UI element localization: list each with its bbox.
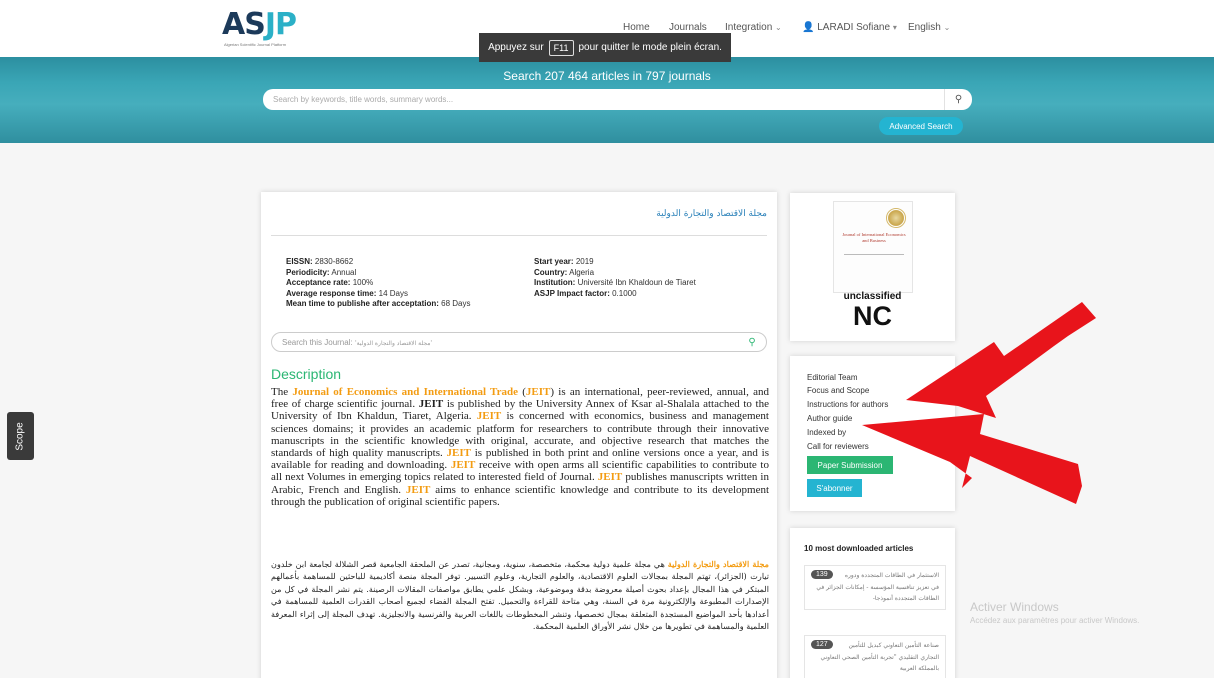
cover-title: Journal of International Economics and B… <box>842 232 906 243</box>
search-icon[interactable]: ⚲ <box>738 337 766 348</box>
meta-institution: Institution: Université Ibn Khaldoun de … <box>534 278 696 287</box>
nav-integration[interactable]: Integration ⌄ <box>725 22 782 33</box>
nav-user-menu[interactable]: 👤 LARADI Sofiane ▾ <box>802 22 897 33</box>
journal-search-bar: Search this Journal: 'مجلة الاقتصاد والت… <box>271 332 767 352</box>
journal-meta-left: EISSN: 2830-8662 Periodicity: Annual Acc… <box>286 257 471 310</box>
hero-title: Search 207 464 articles in 797 journals <box>503 69 711 83</box>
journal-panel: مجلة الاقتصاد والتجارة الدولية EISSN: 28… <box>261 192 777 678</box>
journal-title[interactable]: مجلة الاقتصاد والتجارة الدولية <box>271 209 767 219</box>
f11-key: F11 <box>548 39 574 56</box>
advanced-search-button[interactable]: Advanced Search <box>879 117 963 135</box>
journal-cover-card: Journal of International Economics and B… <box>790 193 955 341</box>
scope-side-tab[interactable]: Scope <box>7 412 34 460</box>
meta-acceptance-rate: Acceptance rate: 100% <box>286 278 374 287</box>
download-count-badge: 127 <box>811 640 833 649</box>
meta-country: Country: Algeria <box>534 267 595 277</box>
search-icon[interactable]: ⚲ <box>944 89 972 110</box>
global-search-bar: Search by keywords, title words, summary… <box>263 89 972 110</box>
fullscreen-prefix: Appuyez sur <box>488 42 544 53</box>
fullscreen-exit-banner: Appuyez sur F11 pour quitter le mode ple… <box>479 33 731 62</box>
top-downloaded-card: 10 most downloaded articles 139 الاستثما… <box>790 528 955 678</box>
meta-periodicity: Periodicity: Annual <box>286 267 357 277</box>
meta-response-time: Average response time: 14 Days <box>286 288 408 298</box>
paper-submission-button[interactable]: Paper Submission <box>807 456 893 474</box>
hero-search-band: Search 207 464 articles in 797 journals … <box>0 57 1214 143</box>
download-count-badge: 139 <box>811 570 833 579</box>
chevron-down-icon: ⌄ <box>775 23 782 32</box>
link-focus-scope[interactable]: Focus and Scope <box>807 386 869 395</box>
meta-eissn: EISSN: 2830-8662 <box>286 257 354 266</box>
top-downloaded-title: 10 most downloaded articles <box>804 544 914 553</box>
classification-code: NC <box>853 301 892 331</box>
chevron-down-icon: ⌄ <box>943 23 951 32</box>
link-author-guide[interactable]: Author guide <box>807 414 852 423</box>
user-icon: 👤 <box>802 22 815 33</box>
fullscreen-suffix: pour quitter le mode plein écran. <box>578 42 722 53</box>
windows-watermark-subtitle: Accédez aux paramètres pour activer Wind… <box>970 616 1140 625</box>
logo-tagline: Algerian Scientific Journal Platform <box>224 42 287 47</box>
link-editorial-team[interactable]: Editorial Team <box>807 373 858 382</box>
nav-language[interactable]: English ⌄ <box>908 22 950 33</box>
caret-down-icon: ▾ <box>892 23 897 32</box>
journal-meta-right: Start year: 2019 Country: Algeria Instit… <box>534 257 696 299</box>
nav-user-name: LARADI Sofiane <box>817 22 891 33</box>
link-instructions-authors[interactable]: Instructions for authors <box>807 400 888 409</box>
link-call-reviewers[interactable]: Call for reviewers <box>807 442 869 451</box>
global-search-input[interactable]: Search by keywords, title words, summary… <box>263 95 944 104</box>
meta-publish-time: Mean time to publishe after acceptation:… <box>286 299 471 308</box>
scope-tab-label: Scope <box>15 421 27 451</box>
journal-cover-image: Journal of International Economics and B… <box>833 201 913 293</box>
nav-home[interactable]: Home <box>623 22 650 33</box>
meta-impact-factor: ASJP Impact factor: 0.1000 <box>534 288 637 298</box>
meta-start-year: Start year: 2019 <box>534 257 594 266</box>
cover-divider <box>844 254 904 255</box>
journal-search-input[interactable]: Search this Journal: 'مجلة الاقتصاد والت… <box>272 338 738 347</box>
description-arabic: مجلة الاقتصاد والتجارة الدولية هي مجلة ع… <box>271 559 769 632</box>
nav-integration-label: Integration <box>725 22 773 33</box>
subscribe-button[interactable]: S'abonner <box>807 479 862 497</box>
description-heading: Description <box>271 366 342 382</box>
list-item[interactable]: 139 الاستثمار في الطاقات المتجددة ودوره … <box>804 565 946 610</box>
asjp-logo[interactable]: ASJP <box>222 10 297 40</box>
nav-language-label: English <box>908 22 941 33</box>
journal-links-card: Editorial Team Focus and Scope Instructi… <box>790 356 955 511</box>
university-seal-icon <box>886 208 906 228</box>
title-divider <box>271 235 767 236</box>
windows-watermark-title: Activer Windows <box>970 600 1059 614</box>
link-indexed-by[interactable]: Indexed by <box>807 428 846 437</box>
list-item[interactable]: 127 صناعة التأمين التعاوني كبديل للتأمين… <box>804 635 946 678</box>
description-english: The Journal of Economics and Internation… <box>271 386 770 508</box>
nav-journals[interactable]: Journals <box>669 22 707 33</box>
